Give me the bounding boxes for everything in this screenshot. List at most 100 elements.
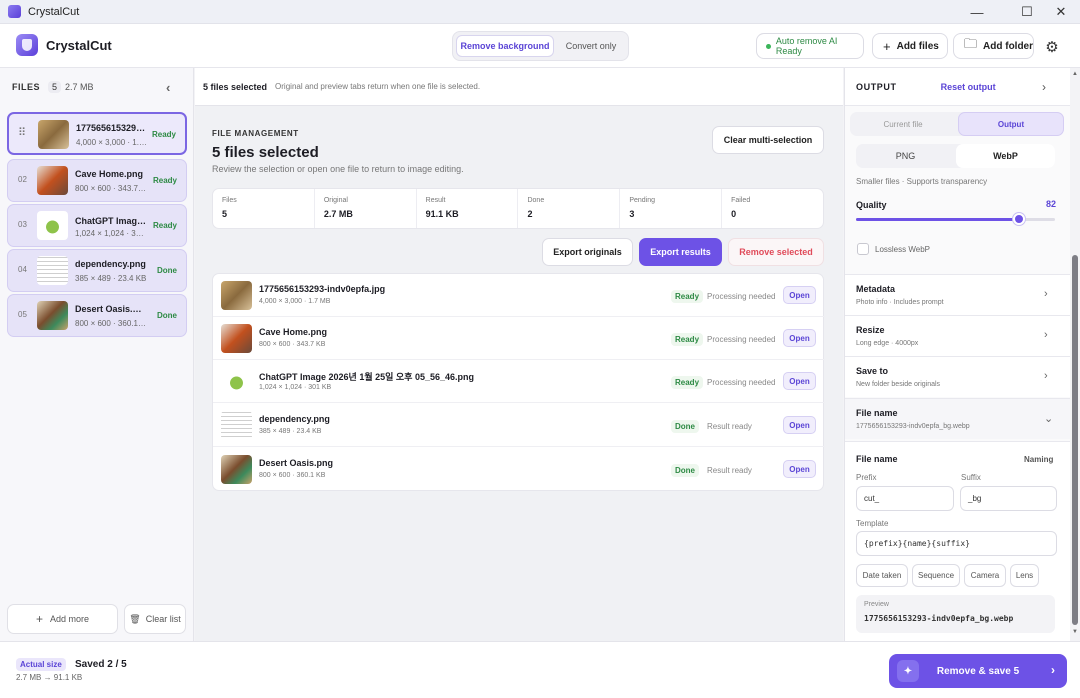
table-row[interactable]: dependency.png 385 × 489 · 23.4 KB Done … <box>213 404 825 447</box>
clear-list-button[interactable]: 🗑 Clear list <box>124 604 186 634</box>
quality-value: 82 <box>1046 199 1057 209</box>
list-item[interactable]: 04 dependency.png 385 × 489 · 23.4 KB Do… <box>7 249 187 292</box>
status-badge: Ready <box>152 176 177 185</box>
output-title: OUTPUT <box>856 81 897 92</box>
export-originals-button[interactable]: Export originals <box>542 238 633 266</box>
template-input[interactable]: {prefix}{name}{suffix} <box>856 531 1057 556</box>
chevron-down-icon: ⌄ <box>1044 413 1054 425</box>
row-file-meta: 385 × 489 · 23.4 KB <box>259 428 322 435</box>
window-title: CrystalCut <box>28 5 80 18</box>
row-file-meta: 800 × 600 · 360.1 KB <box>259 472 326 479</box>
scroll-up-icon[interactable]: ▲ <box>1072 71 1078 77</box>
remove-selected-button[interactable]: Remove selected <box>728 238 824 266</box>
row-note: Processing needed <box>707 335 776 344</box>
selection-hint: Original and preview tabs return when on… <box>275 82 481 91</box>
status-badge: Done <box>671 420 699 433</box>
chevron-right-icon[interactable]: › <box>1042 80 1047 94</box>
tab-convert-only[interactable]: Convert only <box>556 35 626 57</box>
table-row[interactable]: ChatGPT Image 2026년 1월 25일 오후 05_56_46.p… <box>213 360 825 403</box>
table-row[interactable]: Desert Oasis.png 800 × 600 · 360.1 KB Do… <box>213 448 825 491</box>
add-files-button[interactable]: + Add files <box>872 33 948 59</box>
thumbnail <box>37 301 68 330</box>
clear-multi-selection-button[interactable]: Clear multi-selection <box>712 126 824 154</box>
row-note: Processing needed <box>707 378 776 387</box>
minimize-button[interactable]: — <box>960 0 994 24</box>
main-panel: 5 files selected Original and preview ta… <box>195 68 843 641</box>
thumbnail <box>221 411 252 440</box>
file-name: 1775656153293-indv0epfa.jpg <box>76 123 148 133</box>
collapse-sidebar-icon[interactable]: ‹ <box>166 80 171 95</box>
reset-output-button[interactable]: Reset output <box>941 82 996 92</box>
add-folder-button[interactable]: 🗀 Add folder <box>953 33 1034 59</box>
status-badge: Ready <box>671 376 704 389</box>
remove-and-save-button[interactable]: ✦ Remove & save 5 › <box>889 654 1067 688</box>
list-item[interactable]: 03 ChatGPT Image 2026년 1월 25일 오후 05_56_4… <box>7 204 187 247</box>
actual-size-badge: Actual size <box>16 658 66 671</box>
close-window-button[interactable]: ✕ <box>1044 0 1078 24</box>
list-item[interactable]: 02 Cave Home.png 800 × 600 · 343.7 KB Re… <box>7 159 187 202</box>
metadata-section[interactable]: Metadata Photo info · Includes prompt › <box>845 274 1070 315</box>
drag-handle-icon[interactable]: ⠿ <box>18 126 26 139</box>
files-title: FILES <box>12 82 41 92</box>
open-button[interactable]: Open <box>783 372 816 390</box>
auto-remove-toggle[interactable]: Auto remove AI Ready <box>756 33 864 59</box>
open-button[interactable]: Open <box>783 460 816 478</box>
save-to-section[interactable]: Save to New folder beside originals › <box>845 356 1070 397</box>
thumbnail <box>221 455 252 484</box>
stat-label: Failed <box>731 197 751 204</box>
file-index: 05 <box>18 310 27 319</box>
file-name-section[interactable]: File name 1775656153293-indv0epfa_bg.web… <box>845 398 1070 439</box>
open-button[interactable]: Open <box>783 286 816 304</box>
prefix-input[interactable]: cut_ <box>856 486 954 511</box>
open-button[interactable]: Open <box>783 416 816 434</box>
thumbnail <box>221 367 252 396</box>
table-row[interactable]: Cave Home.png 800 × 600 · 343.7 KB Ready… <box>213 317 825 360</box>
preview-label: Preview <box>864 601 889 608</box>
saved-count: Saved 2 / 5 <box>75 659 127 670</box>
format-png[interactable]: PNG <box>856 144 955 168</box>
resize-section[interactable]: Resize Long edge · 4000px › <box>845 315 1070 356</box>
selection-bar: 5 files selected Original and preview ta… <box>195 68 843 106</box>
format-webp[interactable]: WebP <box>956 144 1055 168</box>
list-item[interactable]: ⠿ 1775656153293-indv0epfa.jpg 4,000 × 3,… <box>7 112 187 155</box>
scroll-down-icon[interactable]: ▼ <box>1072 629 1078 635</box>
token-date-taken[interactable]: Date taken <box>856 564 908 587</box>
format-tabs: PNG WebP <box>856 144 1055 168</box>
mode-switch: Remove background Convert only <box>452 31 629 61</box>
tab-output[interactable]: Output <box>958 112 1064 136</box>
thumbnail <box>38 120 69 149</box>
sparkle-icon: ✦ <box>897 660 919 682</box>
file-name: ChatGPT Image 2026년 1월 25일 오후 05_56_46.p… <box>75 216 147 226</box>
trash-icon: 🗑 <box>129 613 141 624</box>
status-badge: Done <box>671 464 699 477</box>
open-button[interactable]: Open <box>783 329 816 347</box>
file-meta: 800 × 600 · 343.7 KB <box>75 184 147 193</box>
add-more-button[interactable]: + Add more <box>7 604 118 634</box>
token-sequence[interactable]: Sequence <box>912 564 960 587</box>
output-scrollbar[interactable]: ▲ ▼ <box>1070 68 1080 641</box>
chevron-right-icon: › <box>1051 663 1055 677</box>
token-camera[interactable]: Camera <box>964 564 1006 587</box>
suffix-input[interactable]: _bg <box>960 486 1057 511</box>
prefix-label: Prefix <box>856 473 877 482</box>
quality-slider-handle[interactable] <box>1013 213 1026 225</box>
token-lens[interactable]: Lens <box>1010 564 1039 587</box>
files-header: FILES 5 2.7 MB ‹ <box>0 68 193 106</box>
stat-original: Original 2.7 MB <box>315 189 417 228</box>
tab-remove-background[interactable]: Remove background <box>456 35 554 57</box>
stat-label: Files <box>222 197 237 204</box>
list-item[interactable]: 05 Desert Oasis.png 800 × 600 · 360.1 KB… <box>7 294 187 337</box>
tab-current-file[interactable]: Current file <box>850 112 956 136</box>
quality-slider[interactable] <box>856 213 1055 225</box>
row-file-meta: 4,000 × 3,000 · 1.7 MB <box>259 298 331 305</box>
export-results-button[interactable]: Export results <box>639 238 722 266</box>
scrollbar-thumb[interactable] <box>1072 255 1078 625</box>
file-name: Cave Home.png <box>75 169 144 179</box>
table-row[interactable]: 1775656153293-indv0epfa.jpg 4,000 × 3,00… <box>213 274 825 317</box>
chevron-right-icon: › <box>1044 329 1048 341</box>
lossless-checkbox[interactable] <box>857 243 869 255</box>
maximize-button[interactable]: ☐ <box>1010 0 1044 24</box>
stat-label: Result <box>425 197 446 204</box>
status-dot-icon <box>766 43 771 49</box>
gear-icon[interactable]: ⚙ <box>1043 38 1061 56</box>
